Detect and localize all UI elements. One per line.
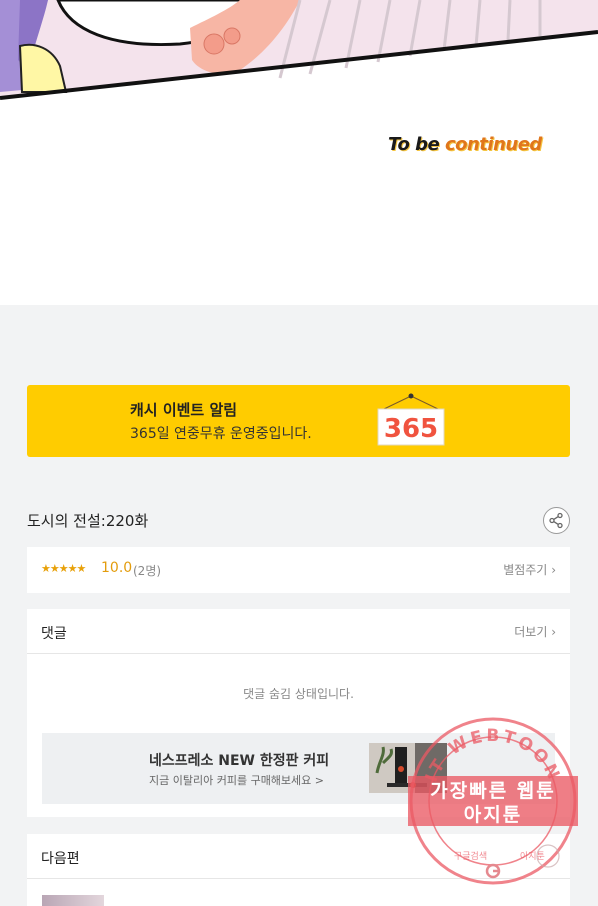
to-be-label: To be [388, 134, 445, 155]
share-icon [549, 512, 563, 529]
comments-more-button[interactable]: 더보기 › [514, 623, 556, 640]
to-be-continued-text: To be continued [388, 134, 542, 155]
comments-more-label: 더보기 [514, 625, 548, 639]
next-episode-section: 다음편 [27, 834, 570, 906]
next-episode-header: 다음편 [27, 834, 570, 879]
continued-label: continued [444, 134, 542, 155]
cash-event-banner[interactable]: 캐시 이벤트 알림 365일 연중무휴 운영중입니다. 365 [27, 385, 570, 457]
comic-panel: To be continued [0, 0, 598, 305]
episode-title: 도시의 전설:220화 [27, 512, 149, 530]
rating-stars: ★★★★★ [41, 562, 86, 575]
comments-hidden-message: 댓글 숨김 상태입니다. [243, 687, 354, 701]
rating-score: 10.0 [101, 560, 133, 576]
ad-title: 네스프레소 NEW 한정판 커피 [149, 753, 330, 769]
ad-subtitle: 지금 이탈리아 커피를 구매해보세요 > [149, 774, 325, 787]
chevron-right-icon: › [551, 625, 556, 639]
rating-card: ★★★★★ 10.0 (2명) 별점주기 › [27, 547, 570, 593]
rate-button-label: 별점주기 [503, 563, 548, 577]
next-episode-title: 다음편 [41, 851, 80, 867]
watermark-line2: 아지툰 [463, 804, 523, 826]
rating-count: (2명) [133, 564, 162, 578]
banner-subtitle: 365일 연중무휴 운영중입니다. [130, 426, 312, 442]
next-episode-thumbnail[interactable] [42, 895, 104, 906]
calendar-365-icon: 365 [377, 393, 445, 446]
calendar-number: 365 [384, 414, 438, 444]
comments-title: 댓글 [41, 626, 67, 642]
banner-title: 캐시 이벤트 알림 [130, 401, 238, 419]
watermark-line1: 가장빠른 웹툰 [430, 780, 556, 802]
viewer-page: To be continued 캐시 이벤트 알림 365일 연중무휴 운영중입… [0, 0, 598, 906]
chevron-right-icon: › [551, 563, 556, 577]
comments-header: 댓글 더보기 › [27, 609, 570, 654]
rate-button[interactable]: 별점주기 › [503, 561, 556, 578]
share-button[interactable] [543, 507, 570, 534]
